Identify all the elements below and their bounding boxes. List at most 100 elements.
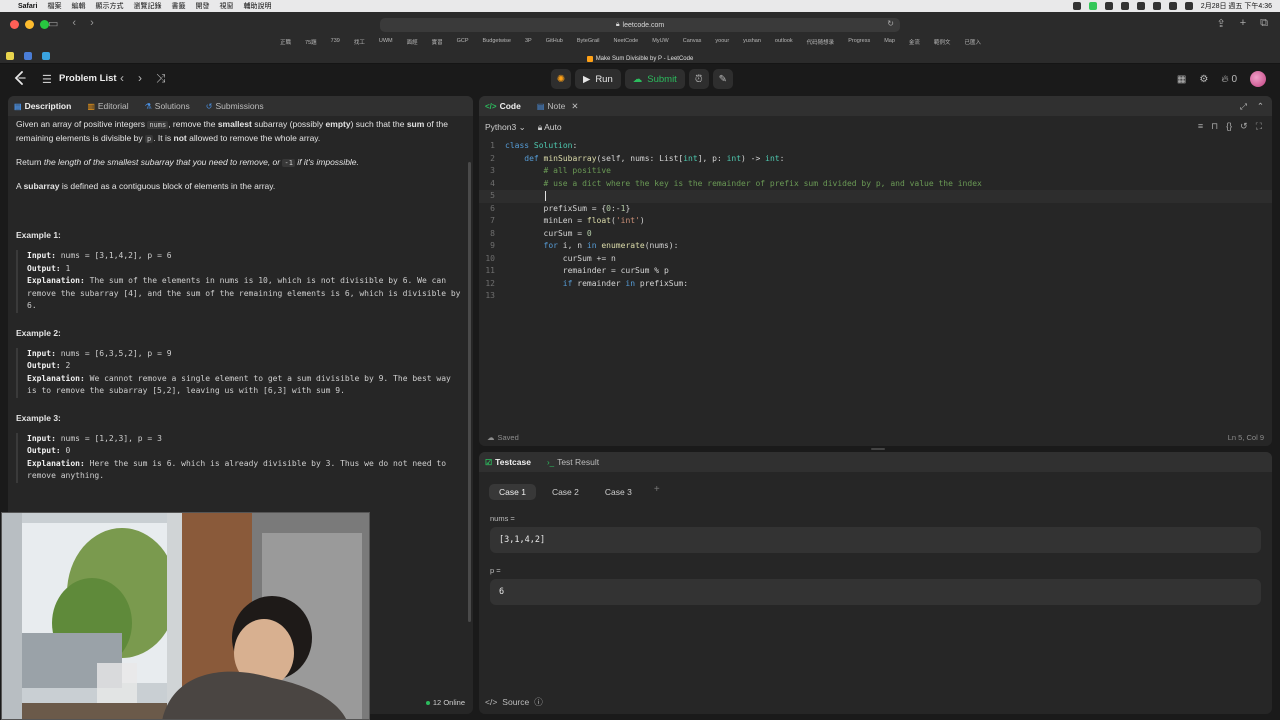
bookmark-item[interactable]: 正職 — [280, 38, 291, 46]
menu-view[interactable]: 顯示方式 — [95, 1, 123, 11]
bookmark-item[interactable]: UWM — [379, 38, 393, 46]
leetcode-logo-icon[interactable] — [14, 71, 26, 85]
panel-resize-handle[interactable] — [871, 448, 885, 450]
new-tab-icon[interactable]: + — [1240, 17, 1246, 30]
forward-icon[interactable]: › — [90, 17, 94, 30]
menu-bookmarks[interactable]: 書籤 — [171, 1, 185, 11]
streak-counter[interactable]: 🔥︎ 0 — [1221, 74, 1237, 85]
bookmark-item[interactable]: GCP — [457, 38, 469, 46]
bookmark-item[interactable]: 金流 — [909, 38, 920, 46]
wifi-icon[interactable] — [1168, 2, 1177, 10]
bookmark-item[interactable]: outlook — [775, 38, 793, 46]
bookmark-item[interactable]: Map — [884, 38, 895, 46]
bookmark-item[interactable]: yushan — [743, 38, 761, 46]
menu-window[interactable]: 視窗 — [219, 1, 233, 11]
maximize-icon[interactable]: ⤢ — [1240, 101, 1247, 112]
bookmark-item[interactable]: 已匯入 — [964, 38, 981, 46]
reload-icon[interactable]: ↻ — [887, 19, 894, 28]
tab-note[interactable]: ▤ Note ✕ — [537, 101, 579, 112]
tab-code[interactable]: </> Code — [485, 101, 521, 111]
tab-overview-icon[interactable]: ⧉ — [1260, 17, 1268, 30]
status-icon[interactable] — [1072, 2, 1081, 10]
avatar[interactable] — [1250, 71, 1266, 87]
collapse-icon[interactable]: ⌃ — [1257, 101, 1264, 112]
bookmark-item[interactable]: Budgetwise — [483, 38, 511, 46]
add-case-icon[interactable]: + — [648, 484, 666, 500]
problem-list-link[interactable]: Problem List — [59, 73, 117, 84]
volume-icon[interactable] — [1136, 2, 1145, 10]
format-icon[interactable]: ≡ — [1198, 121, 1203, 132]
shuffle-icon[interactable]: ⤨ — [156, 71, 166, 86]
tab-submissions[interactable]: ↺ Submissions — [206, 101, 264, 111]
bookmark-item[interactable]: Canvas — [683, 38, 702, 46]
bookmark-item[interactable]: 實習 — [432, 38, 443, 46]
info-icon[interactable]: ⓘ — [534, 696, 543, 708]
back-icon[interactable]: ‹ — [72, 17, 76, 30]
description-scrollbar[interactable] — [468, 162, 471, 622]
timer-button[interactable]: ⏰︎ — [688, 69, 709, 89]
battery-icon[interactable] — [1152, 2, 1161, 10]
menu-develop[interactable]: 開發 — [195, 1, 209, 11]
bookmark-item[interactable]: 739 — [331, 38, 340, 46]
menu-help[interactable]: 輔助說明 — [243, 1, 271, 11]
settings-gear-icon[interactable]: ⚙ — [1199, 74, 1208, 85]
bookmark-item[interactable]: 3P — [525, 38, 532, 46]
menu-file[interactable]: 檔案 — [47, 1, 61, 11]
webcam-feed-image — [2, 513, 369, 719]
bookmark-item[interactable]: yoour — [715, 38, 729, 46]
p-input[interactable]: 6 — [490, 579, 1261, 605]
braces-icon[interactable]: {} — [1226, 121, 1232, 132]
bookmark-item[interactable]: GitHub — [546, 38, 563, 46]
language-select[interactable]: Python3 ⌄ — [485, 122, 526, 133]
tab-test-result[interactable]: ›_ Test Result — [547, 457, 599, 467]
active-tab[interactable]: Make Sum Divisible by P - LeetCode — [0, 53, 1280, 64]
source-button[interactable]: </> Source ⓘ — [485, 696, 543, 708]
close-icon[interactable]: ✕ — [571, 101, 578, 112]
app-menu[interactable]: Safari — [18, 3, 37, 10]
case-tabs: Case 1 Case 2 Case 3 + — [489, 484, 666, 500]
bookmark-item[interactable]: Progress — [848, 38, 870, 46]
prev-problem-icon[interactable]: ‹ — [120, 71, 124, 86]
bookmark-item[interactable]: 範例文 — [934, 38, 951, 46]
next-problem-icon[interactable]: › — [138, 71, 142, 86]
debug-button[interactable]: ✺ — [551, 69, 571, 89]
bookmark-item[interactable]: NeetCode — [613, 38, 638, 46]
status-icon[interactable] — [1120, 2, 1129, 10]
code-line: 6 prefixSum = {0:-1} — [490, 203, 631, 213]
search-icon[interactable] — [1184, 2, 1193, 10]
menu-history[interactable]: 瀏覽記錄 — [133, 1, 161, 11]
tab-testcase[interactable]: ☑ Testcase — [485, 457, 531, 467]
code-editor[interactable]: 1 class Solution: 2 def minSubarray(self,… — [479, 140, 1272, 330]
camera-status-icon[interactable] — [1088, 2, 1097, 10]
list-icon[interactable]: ☰ — [42, 73, 52, 86]
minimize-window-button[interactable] — [25, 20, 34, 29]
bookmark-item[interactable]: 75題 — [305, 38, 317, 46]
case-tab-3[interactable]: Case 3 — [595, 484, 642, 500]
case-tab-1[interactable]: Case 1 — [489, 484, 536, 500]
menubar-clock[interactable]: 2月28日 週五 下午4:36 — [1201, 1, 1272, 11]
url-bar[interactable]: 🔒︎ leetcode.com ↻ — [380, 18, 900, 32]
tab-editorial[interactable]: ▥ Editorial — [87, 101, 128, 111]
close-window-button[interactable] — [10, 20, 19, 29]
nums-input[interactable]: [3,1,4,2] — [490, 527, 1261, 553]
sidebar-toggle-icon[interactable]: ▭ — [48, 17, 58, 30]
layout-icon[interactable]: ▦ — [1177, 74, 1186, 85]
status-icon[interactable] — [1104, 2, 1113, 10]
run-button[interactable]: ▶ Run — [575, 69, 621, 89]
tab-solutions[interactable]: ⚗ Solutions — [145, 101, 190, 111]
bookmark-item[interactable]: 面經 — [407, 38, 418, 46]
case-tab-2[interactable]: Case 2 — [542, 484, 589, 500]
bookmark-item[interactable]: MyUW — [652, 38, 669, 46]
tab-description[interactable]: ▤ Description — [14, 101, 71, 111]
bookmark-item[interactable]: 代码随想录 — [807, 38, 835, 46]
reset-icon[interactable]: ↺ — [1240, 121, 1248, 132]
menu-edit[interactable]: 編輯 — [71, 1, 85, 11]
notes-button[interactable]: ✎ — [712, 69, 733, 89]
bookmark-item[interactable]: ByteGrail — [577, 38, 600, 46]
fullscreen-icon[interactable]: ⛶ — [1256, 121, 1262, 132]
share-icon[interactable]: ⇪ — [1216, 17, 1225, 30]
autocomplete-mode[interactable]: 🔒︎ Auto — [538, 122, 562, 133]
submit-button[interactable]: ☁ Submit — [624, 69, 685, 89]
bookmark-icon[interactable]: ⊓ — [1211, 121, 1218, 132]
bookmark-item[interactable]: 找工 — [354, 38, 365, 46]
